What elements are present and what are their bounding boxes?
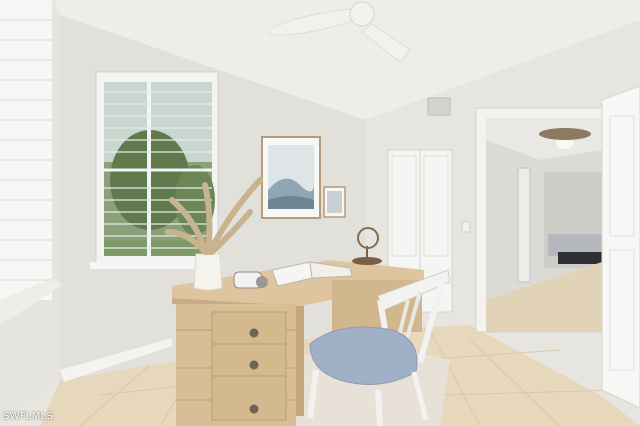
watermark-text: SWFLMLS [3, 411, 54, 422]
air-vent [427, 97, 451, 116]
room-scene [0, 0, 640, 426]
framed-art-small [323, 186, 346, 218]
drawer-fronts [211, 311, 287, 421]
framed-art-large [261, 136, 321, 219]
light-switch [461, 221, 471, 233]
open-door [601, 85, 640, 409]
doorway [475, 107, 607, 333]
